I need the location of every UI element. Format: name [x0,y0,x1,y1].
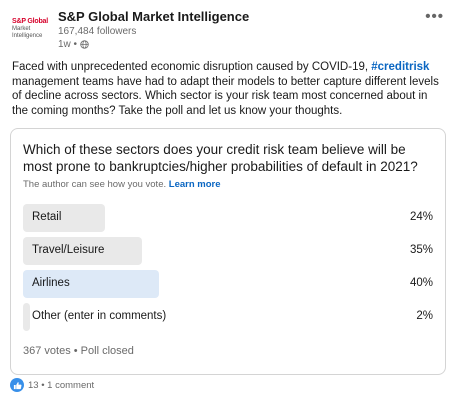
learn-more-link[interactable]: Learn more [169,179,221,190]
post-card: S&P Global Market Intelligence S&P Globa… [0,0,458,403]
post-meta: 1w • [58,39,89,50]
poll: Which of these sectors does your credit … [10,128,446,375]
logo-line-2: Market [12,26,31,32]
company-logo[interactable]: S&P Global Market Intelligence [12,11,48,47]
poll-option-label: Airlines [32,277,70,289]
poll-option-percent: 24% [409,211,433,223]
poll-option-label: Travel/Leisure [32,244,105,256]
poll-option-percent: 40% [409,277,433,289]
like-icon [10,378,24,392]
post-text-after: management teams have had to adapt their… [12,75,439,117]
post-time: 1w • [58,39,78,50]
social-counts[interactable]: 13 • 1 comment [10,378,94,392]
hashtag-link[interactable]: #creditrisk [371,61,429,73]
poll-option-percent: 35% [409,244,433,256]
poll-summary: 367 votes • Poll closed [23,345,134,357]
poll-question: Which of these sectors does your credit … [23,142,418,174]
company-name[interactable]: S&P Global Market Intelligence [58,9,249,24]
more-menu-icon[interactable]: ••• [425,8,444,25]
poll-option-percent: 2% [416,310,433,322]
author-note-text: The author can see how you vote. [23,179,167,190]
poll-option-other[interactable]: Other (enter in comments) 2% [23,303,433,331]
poll-option-label: Retail [32,211,62,223]
post-text: Faced with unprecedented economic disrup… [12,60,442,118]
thumbs-up-icon [13,381,21,389]
poll-option-travel[interactable]: Travel/Leisure 35% [23,237,433,265]
poll-option-retail[interactable]: Retail 24% [23,204,433,232]
poll-option-airlines[interactable]: Airlines 40% [23,270,433,298]
poll-option-label: Other (enter in comments) [32,310,167,322]
post-text-before: Faced with unprecedented economic disrup… [12,61,372,73]
globe-icon [80,40,89,49]
logo-line-3: Intelligence [12,33,43,39]
logo-line-1: S&P Global [12,18,48,25]
follower-count: 167,484 followers [58,26,137,37]
poll-author-note: The author can see how you vote. Learn m… [23,179,221,190]
reaction-comment-counts[interactable]: 13 • 1 comment [28,380,94,391]
poll-bar [23,303,30,331]
